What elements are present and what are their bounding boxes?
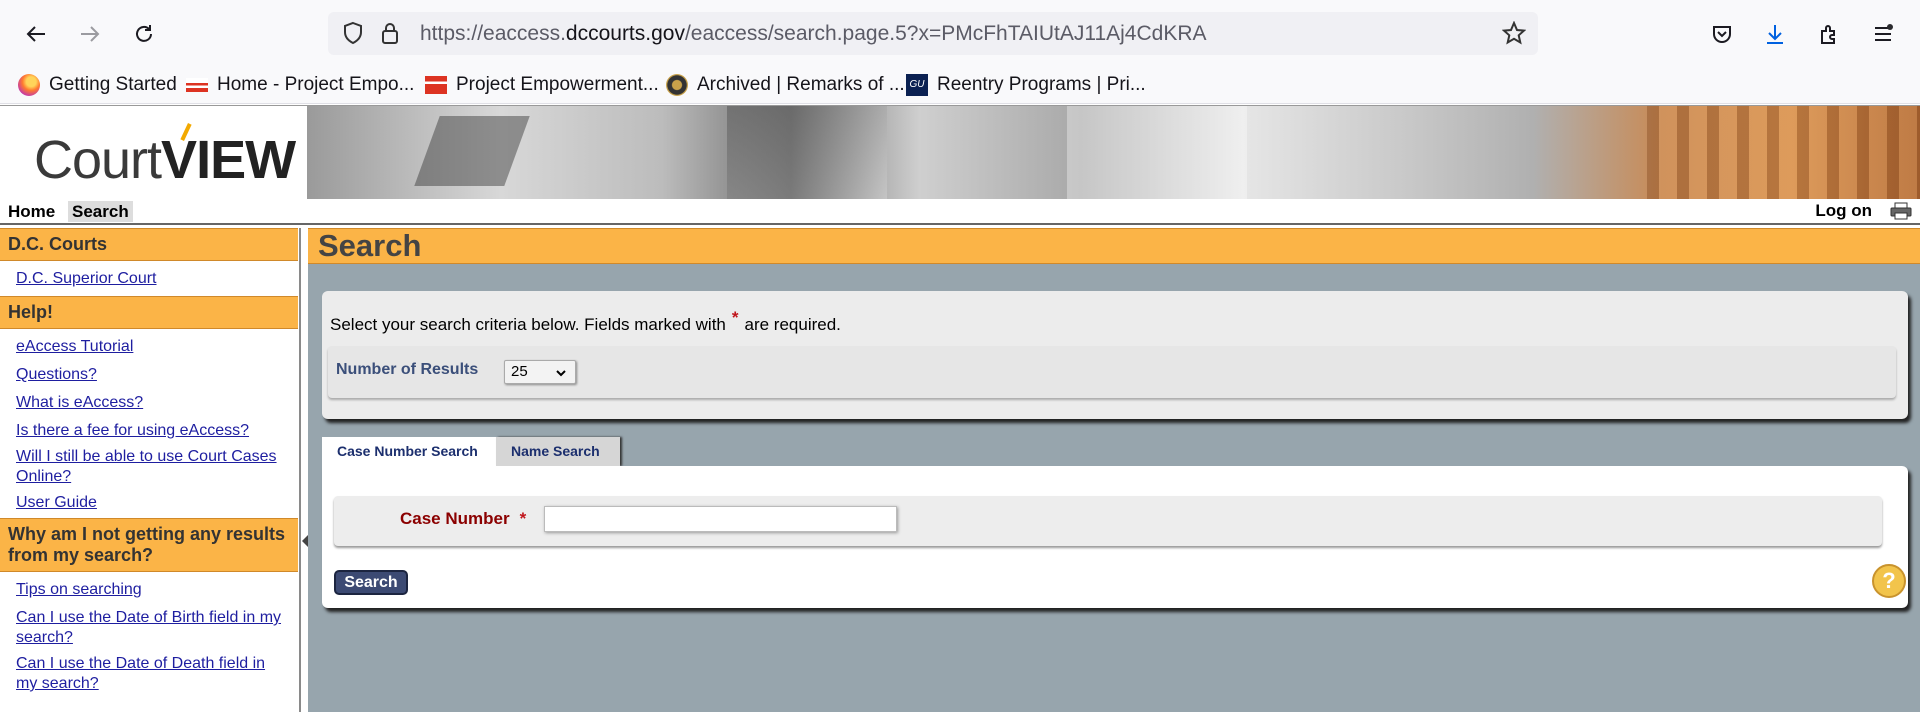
link-date-of-birth[interactable]: Can I use the Date of Birth field in my …	[16, 608, 286, 648]
bookmark-label: Getting Started	[49, 74, 177, 95]
lock-icon[interactable]	[380, 21, 400, 50]
url-domain: dccourts.gov	[565, 22, 685, 45]
sidebar-heading-no-results: Why am I not getting any results from my…	[0, 518, 298, 572]
link-eaccess-tutorial[interactable]: eAccess Tutorial	[16, 337, 286, 357]
url-text[interactable]: https://eaccess.dccourts.gov/eaccess/sea…	[420, 22, 1207, 46]
bookmark-reentry-programs[interactable]: GU Reentry Programs | Pri...	[906, 72, 1146, 98]
sidebar-heading-dc-courts: D.C. Courts	[0, 228, 298, 261]
tab-name-search[interactable]: Name Search	[496, 437, 620, 466]
required-star: *	[519, 509, 527, 528]
link-court-cases-online[interactable]: Will I still be able to use Court Cases …	[16, 447, 286, 487]
logo-court-text: Court	[34, 130, 162, 190]
results-count-select[interactable]: 25	[504, 360, 576, 384]
extensions-icon[interactable]	[1812, 17, 1846, 51]
link-date-of-death[interactable]: Can I use the Date of Death field in my …	[16, 654, 286, 694]
pocket-icon[interactable]	[1705, 17, 1739, 51]
results-count-value: 25	[511, 363, 528, 380]
seal-icon	[666, 74, 688, 96]
downloads-icon[interactable]	[1758, 17, 1792, 51]
shield-icon[interactable]	[342, 21, 364, 50]
bookmark-star-icon[interactable]	[1501, 20, 1527, 50]
logon-link[interactable]: Log on	[1815, 201, 1872, 221]
bookmark-label: Archived | Remarks of ...	[697, 74, 905, 95]
bookmark-label: Project Empowerment...	[456, 74, 659, 95]
header-banner-image	[307, 106, 1920, 199]
case-number-input[interactable]	[544, 506, 897, 532]
link-user-guide[interactable]: User Guide	[16, 493, 286, 513]
bookmarks-bar: Getting Started Home - Project Empo... P…	[0, 66, 1920, 104]
bookmark-label: Reentry Programs | Pri...	[937, 74, 1146, 95]
page-content: CourtVIEW Home Search Log on D.C. Courts…	[0, 105, 1920, 712]
criteria-text: Select your search criteria below. Field…	[330, 315, 726, 334]
bookmark-archived-remarks[interactable]: Archived | Remarks of ...	[666, 72, 905, 98]
main-nav: Home Search Log on	[0, 199, 1920, 225]
bookmark-getting-started[interactable]: Getting Started	[18, 72, 177, 98]
main-content: Search Select your search criteria below…	[308, 228, 1920, 712]
case-number-row: Case Number *	[334, 496, 1882, 546]
help-icon[interactable]: ?	[1872, 564, 1906, 598]
gu-icon: GU	[906, 74, 928, 96]
page-title: Search	[308, 228, 1920, 264]
site-header: CourtVIEW	[0, 105, 1920, 199]
results-label: Number of Results	[336, 361, 479, 378]
url-prefix: https://eaccess.	[420, 22, 566, 45]
bookmark-label: Home - Project Empo...	[217, 74, 415, 95]
link-dc-superior-court[interactable]: D.C. Superior Court	[16, 269, 286, 289]
courtview-logo[interactable]: CourtVIEW	[34, 122, 296, 191]
link-what-is-eaccess[interactable]: What is eAccess?	[16, 393, 286, 413]
link-questions[interactable]: Questions?	[16, 365, 286, 385]
back-icon[interactable]	[19, 17, 53, 51]
number-of-results-row: Number of Results 25	[328, 346, 1896, 398]
url-path: /eaccess/search.page.5?x=PMcFhTAIUtAJ11A…	[684, 22, 1207, 45]
search-criteria-panel: Select your search criteria below. Field…	[322, 291, 1908, 419]
chevron-down-icon	[555, 363, 567, 385]
nav-home[interactable]: Home	[4, 201, 59, 222]
nav-search[interactable]: Search	[68, 201, 133, 222]
required-star: *	[731, 308, 739, 327]
forward-icon[interactable]	[73, 17, 107, 51]
browser-toolbar: https://eaccess.dccourts.gov/eaccess/sea…	[0, 0, 1920, 66]
link-tips-searching[interactable]: Tips on searching	[16, 580, 286, 600]
printer-icon[interactable]	[1890, 202, 1912, 220]
criteria-instructions: Select your search criteria below. Field…	[330, 308, 841, 335]
dc-flag-icon	[186, 78, 208, 92]
case-number-label: Case Number *	[400, 509, 532, 529]
menu-icon[interactable]	[1866, 17, 1900, 51]
sidebar-heading-help: Help!	[0, 296, 298, 329]
address-bar[interactable]: https://eaccess.dccourts.gov/eaccess/sea…	[328, 12, 1538, 55]
case-number-search-panel: Case Number * Search ?	[322, 466, 1908, 608]
reload-icon[interactable]	[127, 17, 161, 51]
link-fee[interactable]: Is there a fee for using eAccess?	[16, 421, 286, 441]
case-number-label-text: Case Number	[400, 509, 510, 528]
bookmark-project-empo-home[interactable]: Home - Project Empo...	[186, 72, 414, 98]
bookmark-project-empowerment[interactable]: Project Empowerment...	[425, 72, 659, 98]
sidebar: D.C. Courts D.C. Superior Court Help! eA…	[0, 228, 301, 712]
criteria-text-end: are required.	[744, 315, 841, 334]
dc-flag-icon	[425, 76, 447, 94]
tab-case-number-search[interactable]: Case Number Search	[322, 437, 496, 466]
firefox-icon	[18, 74, 40, 96]
search-button[interactable]: Search	[334, 570, 408, 595]
